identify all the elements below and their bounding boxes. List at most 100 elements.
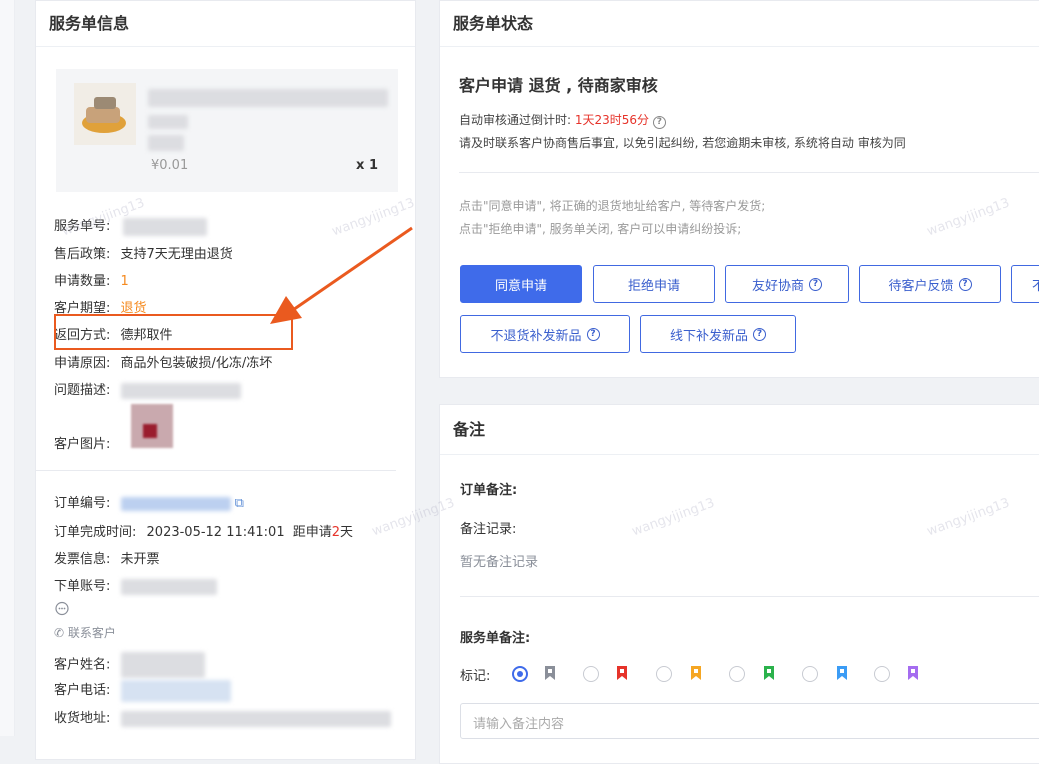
red-flag-icon <box>617 666 627 680</box>
address-row: 收货地址: <box>54 707 391 727</box>
invoice-value: 未开票 <box>120 552 160 567</box>
status-headline: 客户申请 退货 , 待商家审核 <box>459 76 658 95</box>
gray-flag-icon <box>545 666 555 680</box>
note-input[interactable]: 请输入备注内容 <box>460 703 1039 739</box>
quantity-value: 1 <box>120 274 129 289</box>
service-status-panel: 服务单状态 客户申请 退货 , 待商家审核 自动审核通过倒计时: 1天23时56… <box>439 0 1039 378</box>
countdown-label: 自动审核通过倒计时: <box>459 113 572 127</box>
offline-reissue-button[interactable]: 线下补发新品 ? <box>640 315 796 353</box>
agree-hint: 点击"同意申请", 将正确的退货地址给客户, 等待客户发货; <box>459 199 766 213</box>
customer-phone-label: 客户电话: <box>54 683 111 698</box>
reason-label: 申请原因: <box>54 356 111 371</box>
help-icon: ? <box>586 327 600 341</box>
flag-radio-red[interactable] <box>583 666 599 682</box>
distance-days: 2 <box>331 525 341 540</box>
negotiate-button[interactable]: 友好协商 ? <box>725 265 849 303</box>
no-return-reissue-label: 不退货补发新品 <box>490 328 582 344</box>
more-action-button-label: 不 <box>1032 278 1039 294</box>
wait-feedback-button[interactable]: 待客户反馈 ? <box>859 265 1001 303</box>
address-value-blurred <box>120 710 391 727</box>
problem-row: 问题描述: <box>54 379 241 399</box>
images-label: 客户图片: <box>54 437 111 452</box>
service-info-panel: 服务单信息 ¥0.01 x 1 服务单号: 售后政策: 支持7天无理由退货 申请… <box>35 0 416 760</box>
policy-label: 售后政策: <box>54 247 111 262</box>
product-card: ¥0.01 x 1 <box>56 69 398 192</box>
finish-time-label: 订单完成时间: <box>54 525 137 540</box>
help-icon: ? <box>753 327 766 341</box>
order-note-label: 订单备注: <box>460 483 518 498</box>
order-no-row: 订单编号: ⧉ <box>54 492 244 511</box>
note-input-placeholder: 请输入备注内容 <box>473 717 565 732</box>
customer-image-thumbnail[interactable] <box>131 404 173 448</box>
product-quantity: x 1 <box>356 158 378 173</box>
invoice-row: 发票信息: 未开票 <box>54 548 160 567</box>
order-no-label: 订单编号: <box>54 496 111 511</box>
account-value-blurred <box>120 578 217 595</box>
divider <box>459 172 1039 173</box>
divider <box>460 596 1039 597</box>
service-info-title: 服务单信息 <box>36 1 415 47</box>
problem-value-blurred <box>120 382 241 399</box>
no-return-reissue-button[interactable]: 不退货补发新品 ? <box>460 315 630 353</box>
service-status-title: 服务单状态 <box>440 1 1039 47</box>
copy-icon[interactable]: ⧉ <box>235 496 244 511</box>
contact-customer-label: 联系客户 <box>67 626 116 640</box>
account-row: 下单账号: <box>54 575 217 595</box>
order-no-value-blurred[interactable] <box>120 496 231 511</box>
product-name-blurred <box>148 115 188 129</box>
blue-flag-icon <box>837 666 847 680</box>
product-thumbnail[interactable] <box>74 83 136 145</box>
divider <box>36 470 396 471</box>
wait-feedback-button-label: 待客户反馈 <box>888 278 954 294</box>
flag-radio-purple[interactable] <box>874 666 890 682</box>
finish-time-row: 订单完成时间: 2023-05-12 11:41:01 距申请2天 <box>54 521 353 540</box>
notes-title: 备注 <box>440 405 1039 455</box>
help-icon: ? <box>809 277 822 291</box>
images-row: 客户图片: <box>54 433 110 452</box>
quantity-label: 申请数量: <box>54 274 111 289</box>
note-record-label: 备注记录: <box>460 522 517 537</box>
address-label: 收货地址: <box>54 711 111 726</box>
product-name-blurred <box>148 135 184 151</box>
help-icon: ? <box>958 277 972 291</box>
problem-label: 问题描述: <box>54 383 111 398</box>
flag-radio-blue[interactable] <box>802 666 818 682</box>
left-edge-strip <box>0 0 15 736</box>
distance-prefix: 距申请 <box>292 525 332 540</box>
help-icon[interactable]: ? <box>652 116 666 129</box>
agree-button[interactable]: 同意申请 <box>460 265 582 303</box>
more-action-button[interactable]: 不 <box>1011 265 1039 303</box>
orange-flag-icon <box>691 666 701 680</box>
flag-radio-gray[interactable] <box>512 666 528 682</box>
service-no-value-blurred <box>122 217 207 236</box>
return-method-highlight-box <box>54 314 293 350</box>
customer-name-row: 客户姓名: <box>54 652 205 678</box>
countdown-value: 1天23时56分 <box>574 113 650 127</box>
service-note-label: 服务单备注: <box>460 631 531 646</box>
reason-value: 商品外包装破损/化冻/冻坏 <box>120 356 273 371</box>
chat-icon[interactable] <box>54 601 70 617</box>
product-price: ¥0.01 <box>151 158 189 173</box>
distance-suffix: 天 <box>340 525 354 540</box>
agree-button-label: 同意申请 <box>494 278 547 294</box>
customer-phone-blurred[interactable] <box>120 679 231 702</box>
reason-row: 申请原因: 商品外包装破损/化冻/冻坏 <box>54 352 272 371</box>
reject-button[interactable]: 拒绝申请 <box>593 265 715 303</box>
product-name-blurred[interactable] <box>148 89 388 107</box>
finish-time-value: 2023-05-12 11:41:01 <box>146 525 285 540</box>
flag-radio-orange[interactable] <box>656 666 672 682</box>
customer-phone-row: 客户电话: <box>54 679 231 702</box>
mark-label: 标记: <box>460 669 491 684</box>
contact-customer-link[interactable]: ✆ 联系客户 <box>54 624 116 641</box>
flag-radio-green[interactable] <box>729 666 745 682</box>
purple-flag-icon <box>908 666 918 680</box>
reject-hint: 点击"拒绝申请", 服务单关闭, 客户可以申请纠纷投诉; <box>459 222 742 236</box>
customer-name-label: 客户姓名: <box>54 657 111 673</box>
account-label: 下单账号: <box>54 579 111 594</box>
quantity-row: 申请数量: 1 <box>54 270 129 289</box>
notes-panel: 备注 订单备注: 备注记录: 暂无备注记录 服务单备注: 标记: 请输入备注内容 <box>439 404 1039 764</box>
policy-value: 支持7天无理由退货 <box>120 247 233 262</box>
invoice-label: 发票信息: <box>54 552 111 567</box>
note-record-empty: 暂无备注记录 <box>460 555 539 570</box>
offline-reissue-label: 线下补发新品 <box>669 328 748 344</box>
